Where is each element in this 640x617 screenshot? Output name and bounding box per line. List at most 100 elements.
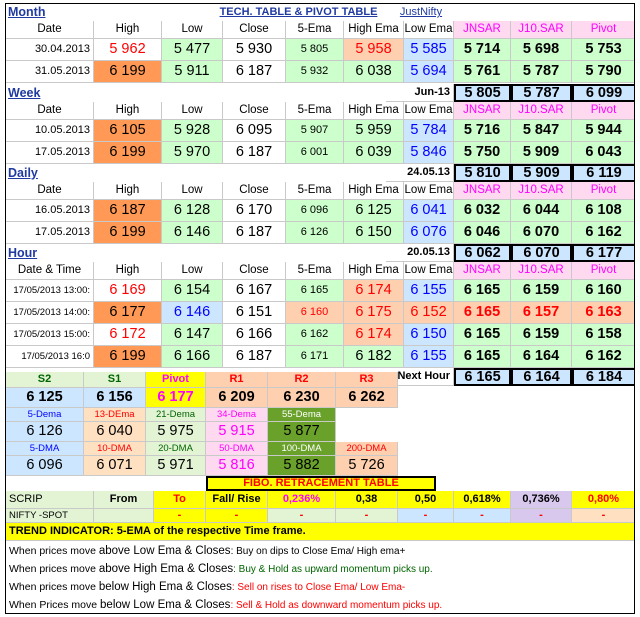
pivot-header: Pivot bbox=[146, 372, 206, 388]
fibo-value: - bbox=[154, 509, 206, 523]
hour-next-j10sar: 6 070 bbox=[511, 244, 572, 262]
trend-rule-prefix: When Prices move bbox=[9, 599, 101, 611]
value-cell: 6 164 bbox=[511, 346, 572, 368]
value-cell: 6 001 bbox=[286, 142, 344, 164]
value-cell: 6 171 bbox=[286, 346, 344, 368]
value-cell: 6 167 bbox=[223, 280, 286, 302]
value-cell: 5 787 bbox=[511, 61, 572, 83]
column-header: J10.SAR bbox=[511, 21, 572, 39]
value-cell: 5 847 bbox=[511, 120, 572, 142]
value-cell: 6 165 bbox=[454, 324, 511, 346]
column-header: Low Ema bbox=[404, 182, 454, 200]
column-header: Low Ema bbox=[404, 262, 454, 280]
value-cell: 6 163 bbox=[572, 302, 634, 324]
value-cell: 6 159 bbox=[511, 280, 572, 302]
column-header: JNSAR bbox=[454, 21, 511, 39]
value-cell: 6 166 bbox=[162, 346, 223, 368]
column-header: Close bbox=[223, 102, 286, 120]
daily-period: 24.05.13 bbox=[386, 164, 454, 182]
next-hour-jnsar: 6 165 bbox=[454, 368, 511, 386]
value-cell: 6 187 bbox=[223, 142, 286, 164]
value-cell: 6 199 bbox=[94, 222, 162, 244]
dema-label: 13-DEma bbox=[84, 408, 146, 422]
date-cell: 17.05.2013 bbox=[6, 142, 94, 164]
value-cell: 5 694 bbox=[404, 61, 454, 83]
column-header: JNSAR bbox=[454, 102, 511, 120]
column-header: Pivot bbox=[572, 262, 634, 280]
value-cell: 6 162 bbox=[572, 222, 634, 244]
fibo-value: - bbox=[454, 509, 511, 523]
daily-next-j10sar: 5 909 bbox=[511, 164, 572, 182]
column-header: Pivot bbox=[572, 182, 634, 200]
trend-rule-line: When prices move below High Ema & Closes… bbox=[9, 581, 406, 594]
fibo-header: SCRIP bbox=[6, 491, 94, 509]
column-header: 5-Ema bbox=[286, 262, 344, 280]
dma-value: 5 882 bbox=[268, 456, 336, 476]
dema-value: 6 126 bbox=[6, 422, 84, 442]
week-period: Jun-13 bbox=[386, 84, 454, 102]
date-cell: 30.04.2013 bbox=[6, 39, 94, 61]
dma-value: 6 071 bbox=[84, 456, 146, 476]
column-header: Low bbox=[162, 102, 223, 120]
trend-rule-action: : Buy on dips to Close Ema/ High ema+ bbox=[230, 546, 406, 557]
fibo-header: From bbox=[94, 491, 154, 509]
pivot-value: 6 209 bbox=[206, 388, 268, 408]
trend-rule-action: : Sell on rises to Close Ema/ Low Ema- bbox=[231, 582, 406, 593]
value-cell: 6 126 bbox=[286, 222, 344, 244]
column-header: J10.SAR bbox=[511, 182, 572, 200]
value-cell: 5 928 bbox=[162, 120, 223, 142]
pivot-header: S1 bbox=[84, 372, 146, 388]
column-header: High Ema bbox=[344, 102, 404, 120]
fibo-title: FIBO. RETRACEMENT TABLE bbox=[206, 476, 436, 491]
fibo-header: To bbox=[154, 491, 206, 509]
value-cell: 6 172 bbox=[94, 324, 162, 346]
trend-rule-condition: above Low Ema & Closes bbox=[98, 545, 231, 557]
value-cell: 6 105 bbox=[94, 120, 162, 142]
value-cell: 5 970 bbox=[162, 142, 223, 164]
column-header-date-time: Date & Time bbox=[6, 262, 94, 280]
trend-rule-action: : Sell & Hold as downward momentum picks… bbox=[230, 600, 443, 611]
pivot-header: R2 bbox=[268, 372, 336, 388]
trend-rule-prefix: When prices move bbox=[9, 545, 99, 557]
trend-rule-prefix: When prices move bbox=[9, 563, 99, 575]
dema-label: 34-Dema bbox=[206, 408, 268, 422]
dma-value: 5 971 bbox=[146, 456, 206, 476]
column-header: Date bbox=[6, 21, 94, 39]
value-cell: 5 846 bbox=[404, 142, 454, 164]
pivot-value: 6 125 bbox=[6, 388, 84, 408]
value-cell: 5 784 bbox=[404, 120, 454, 142]
column-header: JNSAR bbox=[454, 182, 511, 200]
section-week-label: Week bbox=[8, 85, 41, 100]
spreadsheet: Month TECH. TABLE & PIVOT TABLE JustNifty D… bbox=[5, 3, 635, 614]
fibo-value: - bbox=[398, 509, 454, 523]
trend-title: TREND INDICATOR: 5-EMA of the respective… bbox=[6, 523, 634, 541]
date-cell: 17/05/2013 15:00: bbox=[6, 324, 94, 346]
value-cell: 6 177 bbox=[94, 302, 162, 324]
dma-label: 5-DMA bbox=[6, 442, 84, 456]
hour-next-jnsar: 6 062 bbox=[454, 244, 511, 262]
dma-value: 6 096 bbox=[6, 456, 84, 476]
hour-period: 20.05.13 bbox=[386, 244, 454, 262]
column-header: Low Ema bbox=[404, 21, 454, 39]
dema-value: 6 040 bbox=[84, 422, 146, 442]
fibo-value: - bbox=[268, 509, 336, 523]
column-header: Low Ema bbox=[404, 102, 454, 120]
column-header: 5-Ema bbox=[286, 21, 344, 39]
fibo-header: 0,50 bbox=[398, 491, 454, 509]
value-cell: 6 095 bbox=[223, 120, 286, 142]
value-cell: 6 125 bbox=[344, 200, 404, 222]
value-cell: 6 154 bbox=[162, 280, 223, 302]
column-header: Low bbox=[162, 182, 223, 200]
value-cell: 6 160 bbox=[286, 302, 344, 324]
dma-label: 10-DMA bbox=[84, 442, 146, 456]
value-cell: 6 174 bbox=[344, 324, 404, 346]
fibo-value: - bbox=[511, 509, 572, 523]
value-cell: 6 108 bbox=[572, 200, 634, 222]
value-cell: 5 753 bbox=[572, 39, 634, 61]
week-next-pivot: 6 099 bbox=[572, 84, 634, 102]
column-header: High Ema bbox=[344, 21, 404, 39]
column-header: JNSAR bbox=[454, 262, 511, 280]
value-cell: 6 150 bbox=[404, 324, 454, 346]
fibo-header: 0,38 bbox=[336, 491, 398, 509]
column-header: J10.SAR bbox=[511, 102, 572, 120]
